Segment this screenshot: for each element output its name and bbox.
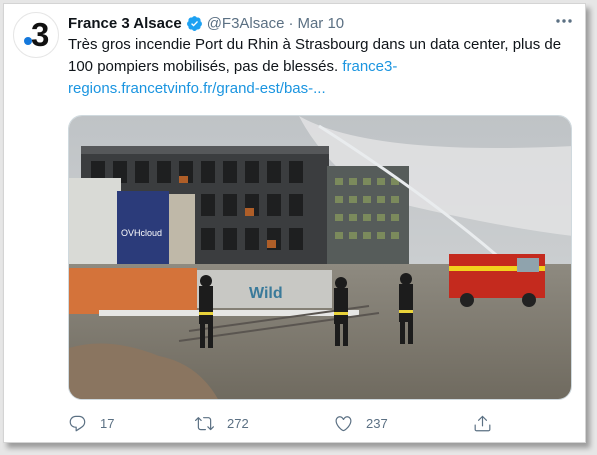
tweet-actions: 17 272 237 <box>68 410 572 436</box>
share-button[interactable] <box>473 410 505 436</box>
orange-container <box>69 268 197 314</box>
tweet-date[interactable]: Mar 10 <box>297 15 344 32</box>
tweet-header: France 3 Alsace @F3Alsace · Mar 10 <box>68 13 344 33</box>
header-separator: · <box>288 14 294 32</box>
tweet-text-line-1: Très gros incendie Port du Rhin à Strasb… <box>68 36 562 53</box>
account-handle[interactable]: @F3Alsace <box>207 15 285 32</box>
like-button[interactable]: 237 <box>334 410 388 436</box>
tweet-card[interactable]: 3 France 3 Alsace @F3Alsace · Mar 10 Trè… <box>3 3 586 443</box>
adjacent-building <box>327 166 409 270</box>
more-options-icon[interactable] <box>553 12 575 30</box>
article-link-start[interactable]: france3- <box>342 58 397 75</box>
fire-scene-illustration: OVHcloud Wild <box>69 116 571 399</box>
tweet-text-line-2-body: 100 pompiers mobilisés, pas de blessés. <box>68 58 339 75</box>
white-container <box>69 178 121 264</box>
share-icon <box>474 415 491 431</box>
article-link-end[interactable]: regions.francetvinfo.fr/grand-est/bas-..… <box>68 78 578 100</box>
graffiti-text: Wild <box>249 285 283 302</box>
avatar-glyph: 3 <box>31 16 50 53</box>
tweet-text: Très gros incendie Port du Rhin à Strasb… <box>68 34 578 100</box>
retweet-count: 272 <box>227 415 249 431</box>
verified-badge-icon <box>186 15 203 32</box>
ovh-sign-text: OVHcloud <box>121 228 162 238</box>
reply-icon <box>69 415 86 431</box>
account-name[interactable]: France 3 Alsace <box>68 15 182 32</box>
reply-button[interactable]: 17 <box>68 410 114 436</box>
like-icon <box>335 415 352 431</box>
retweet-icon <box>195 416 214 430</box>
reply-count: 17 <box>100 415 115 431</box>
retweet-button[interactable]: 272 <box>195 410 249 436</box>
tweet-text-line-2: 100 pompiers mobilisés, pas de blessés. … <box>68 56 578 78</box>
like-count: 237 <box>366 415 388 431</box>
tweet-photo[interactable]: OVHcloud Wild <box>68 115 572 400</box>
scaffold <box>169 194 195 264</box>
avatar[interactable]: 3 <box>13 12 59 58</box>
